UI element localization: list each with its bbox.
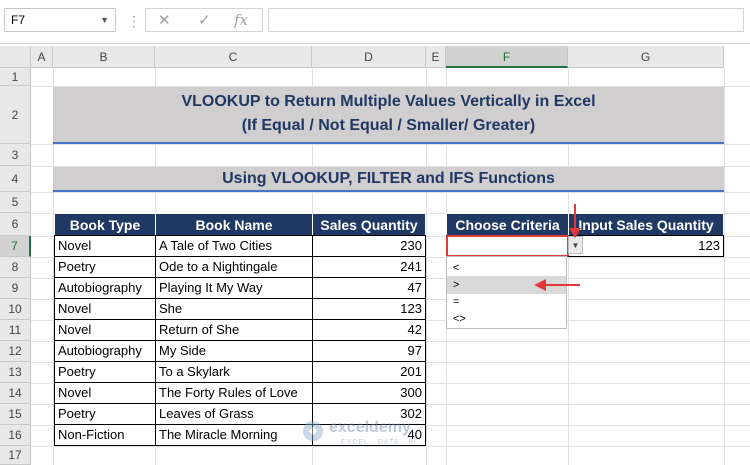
row-header-7[interactable]: 7 xyxy=(0,236,31,257)
row-header-5[interactable]: 5 xyxy=(0,192,31,213)
row-header-9[interactable]: 9 xyxy=(0,278,31,299)
sales-quantity-cell[interactable]: 241 xyxy=(312,256,426,278)
select-all-corner[interactable] xyxy=(0,46,31,68)
watermark-tagline: EXCEL · DATA · BI xyxy=(341,439,417,446)
subtitle-banner: Using VLOOKUP, FILTER and IFS Functions xyxy=(53,167,724,190)
row-header-1[interactable]: 1 xyxy=(0,68,31,86)
subtitle-underline xyxy=(53,190,724,192)
enter-icon[interactable]: ✓ xyxy=(198,11,211,29)
row-header-14[interactable]: 14 xyxy=(0,383,31,404)
table-header-sales-quantity: Sales Quantity xyxy=(312,213,426,236)
watermark-logo: ◆ exceldemy EXCEL · DATA · BI xyxy=(303,419,463,449)
criteria-dropdown-list: < > = <> xyxy=(446,256,567,329)
exceldemy-logo-icon: ◆ xyxy=(303,421,323,441)
book-name-cell[interactable]: Return of She xyxy=(155,319,313,341)
book-name-cell[interactable]: Leaves of Grass xyxy=(155,403,313,425)
book-name-cell[interactable]: The Miracle Morning xyxy=(155,424,313,446)
row-header-8[interactable]: 8 xyxy=(0,257,31,278)
book-type-cell[interactable]: Novel xyxy=(54,382,156,404)
gridline xyxy=(724,68,725,465)
formula-input[interactable] xyxy=(268,8,744,32)
formula-icons: ✕ ✓ fx xyxy=(145,8,263,32)
sales-quantity-cell[interactable]: 123 xyxy=(312,298,426,320)
book-type-cell[interactable]: Poetry xyxy=(54,361,156,383)
chevron-down-icon: ▼ xyxy=(571,241,580,250)
column-header-c[interactable]: C xyxy=(155,46,312,68)
book-type-cell[interactable]: Non-Fiction xyxy=(54,424,156,446)
name-box[interactable]: F7 ▼ xyxy=(4,8,116,32)
row-header-11[interactable]: 11 xyxy=(0,320,31,341)
book-name-cell[interactable]: To a Skylark xyxy=(155,361,313,383)
sales-quantity-cell[interactable]: 47 xyxy=(312,277,426,299)
column-header-e[interactable]: E xyxy=(426,46,446,68)
column-header-f[interactable]: F xyxy=(446,46,568,68)
book-type-cell[interactable]: Poetry xyxy=(54,403,156,425)
watermark-name: exceldemy xyxy=(329,419,411,436)
dropdown-option-less[interactable]: < xyxy=(447,259,566,277)
row-header-16[interactable]: 16 xyxy=(0,425,31,446)
title-line-1: VLOOKUP to Return Multiple Values Vertic… xyxy=(181,93,596,110)
more-options-icon[interactable]: ⋮ xyxy=(127,12,141,30)
book-type-cell[interactable]: Autobiography xyxy=(54,277,156,299)
down-arrow-icon xyxy=(569,204,581,238)
sales-quantity-cell[interactable]: 42 xyxy=(312,319,426,341)
book-type-cell[interactable]: Poetry xyxy=(54,256,156,278)
book-name-cell[interactable]: Ode to a Nightingale xyxy=(155,256,313,278)
function-icon[interactable]: fx xyxy=(234,11,248,29)
criteria-header: Choose Criteria xyxy=(446,213,569,236)
book-type-cell[interactable]: Novel xyxy=(54,298,156,320)
left-arrow-icon xyxy=(534,279,580,291)
quantity-header: Input Sales Quantity xyxy=(568,213,724,236)
row-header-4[interactable]: 4 xyxy=(0,166,31,192)
row-header-15[interactable]: 15 xyxy=(0,404,31,425)
row-header-12[interactable]: 12 xyxy=(0,341,31,362)
row-header-3[interactable]: 3 xyxy=(0,144,31,166)
book-type-cell[interactable]: Autobiography xyxy=(54,340,156,362)
book-name-cell[interactable]: Playing It My Way xyxy=(155,277,313,299)
title-banner: VLOOKUP to Return Multiple Values Vertic… xyxy=(53,87,724,142)
row-header-13[interactable]: 13 xyxy=(0,362,31,383)
book-type-cell[interactable]: Novel xyxy=(54,319,156,341)
row-header-2[interactable]: 2 xyxy=(0,86,31,144)
book-name-cell[interactable]: My Side xyxy=(155,340,313,362)
table-header-book-name: Book Name xyxy=(155,213,313,236)
title-underline xyxy=(53,142,724,144)
book-type-cell[interactable]: Novel xyxy=(54,235,156,257)
dropdown-option-not-equal[interactable]: <> xyxy=(447,310,566,328)
column-header-b[interactable]: B xyxy=(53,46,155,68)
dropdown-option-equal[interactable]: = xyxy=(447,293,566,311)
subtitle-text: Using VLOOKUP, FILTER and IFS Functions xyxy=(222,170,555,187)
gridline xyxy=(31,192,750,193)
row-header-6[interactable]: 6 xyxy=(0,213,31,236)
row-header-17[interactable]: 17 xyxy=(0,446,31,465)
active-cell-highlight xyxy=(446,235,569,257)
sales-quantity-cell[interactable]: 97 xyxy=(312,340,426,362)
title-line-2: (If Equal / Not Equal / Smaller/ Greater… xyxy=(241,117,536,134)
formula-bar: F7 ▼ ⋮ ✕ ✓ fx xyxy=(0,0,750,44)
cancel-icon[interactable]: ✕ xyxy=(158,11,171,29)
gridline xyxy=(31,144,750,145)
name-box-value: F7 xyxy=(11,13,26,27)
column-header-a[interactable]: A xyxy=(31,46,53,68)
book-name-cell[interactable]: A Tale of Two Cities xyxy=(155,235,313,257)
column-header-g[interactable]: G xyxy=(568,46,724,68)
sales-quantity-cell[interactable]: 300 xyxy=(312,382,426,404)
book-name-cell[interactable]: She xyxy=(155,298,313,320)
sales-quantity-cell[interactable]: 201 xyxy=(312,361,426,383)
table-header-book-type: Book Type xyxy=(54,213,156,236)
sales-quantity-cell[interactable]: 230 xyxy=(312,235,426,257)
book-name-cell[interactable]: The Forty Rules of Love xyxy=(155,382,313,404)
quantity-cell[interactable]: 123 xyxy=(568,235,724,257)
chevron-down-icon[interactable]: ▼ xyxy=(100,9,109,31)
row-header-10[interactable]: 10 xyxy=(0,299,31,320)
column-header-d[interactable]: D xyxy=(312,46,426,68)
